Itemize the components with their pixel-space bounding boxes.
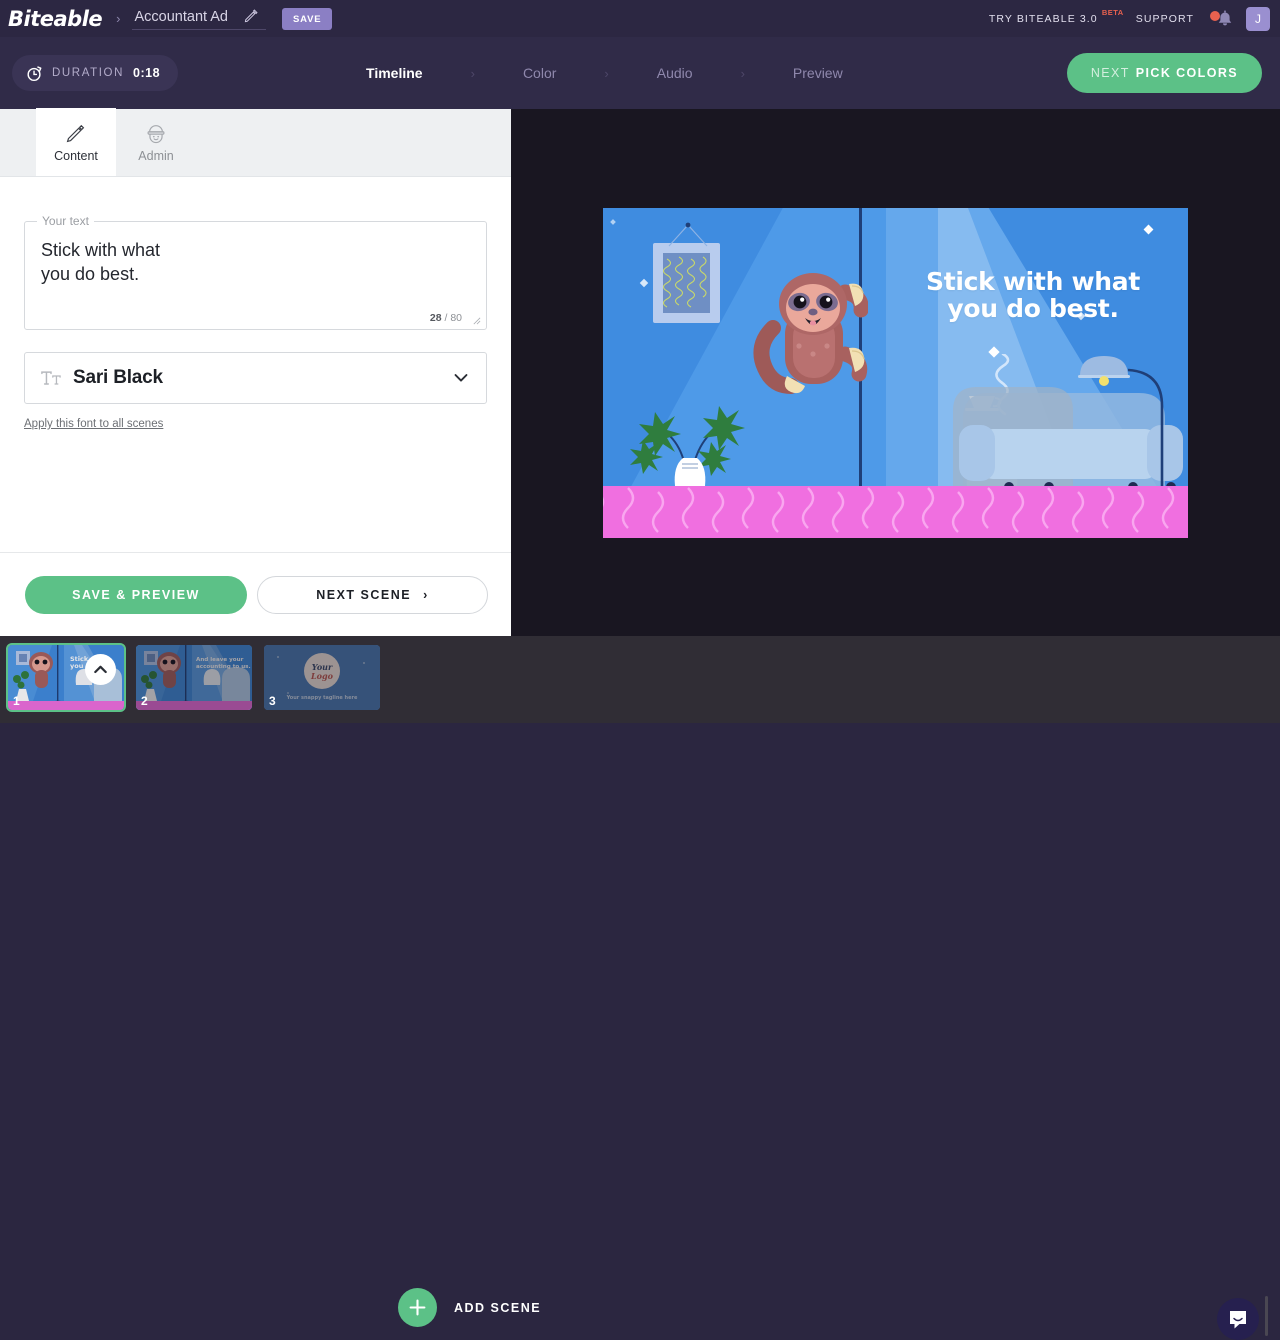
apply-font-all-scenes-link[interactable]: Apply this font to all scenes: [24, 418, 163, 430]
editor-panel: Content Admin Your text Stick with what …: [0, 108, 511, 636]
notification-dot: [1210, 10, 1220, 21]
collapse-strip-button[interactable]: [85, 654, 116, 685]
chevron-up-icon: [94, 665, 107, 674]
tab-content[interactable]: Content: [36, 108, 116, 176]
duration-label: DURATION: [52, 67, 125, 79]
try-biteable-label: TRY BITEABLE 3.0: [988, 12, 1098, 25]
panel-body: Your text Stick with what you do best. 2…: [0, 214, 511, 432]
next-pick-colors-button[interactable]: NEXT PICK COLORS: [1066, 53, 1262, 93]
scene-thumbnail-2[interactable]: And leave your accounting to us. 2: [136, 645, 252, 710]
pencil-icon: [66, 124, 85, 142]
text-field-container[interactable]: Your text Stick with what you do best. 2…: [24, 214, 487, 330]
text-field-legend: Your text: [37, 214, 94, 228]
scene-2-overlay: [136, 645, 252, 710]
chat-bubble-icon: [1230, 1311, 1246, 1329]
step-arrow-3: ›: [740, 65, 745, 81]
sloth-character-icon: [753, 273, 868, 394]
avatar[interactable]: J: [1246, 6, 1270, 31]
wall-picture-art: [663, 253, 710, 313]
brand-logo[interactable]: Biteable: [8, 7, 103, 31]
font-select-value: Sari Black: [73, 367, 163, 388]
add-scene-label: ADD SCENE: [454, 1300, 542, 1315]
panel-footer: SAVE & PREVIEW NEXT SCENE ›: [0, 552, 511, 636]
preview-stage: Stick with what you do best.: [511, 109, 1280, 636]
character-count-max: 80: [450, 312, 462, 324]
scene-3-overlay: [264, 645, 380, 710]
beta-badge: BETA: [1101, 7, 1124, 17]
frame-hanger-icon: [668, 222, 708, 247]
next-button-label: PICK COLORS: [1135, 66, 1238, 80]
pencil-icon[interactable]: [244, 9, 258, 23]
step-color[interactable]: Color: [519, 65, 560, 81]
scene-headline: Stick with what you do best.: [925, 267, 1140, 323]
next-button-prefix: NEXT: [1090, 66, 1130, 80]
save-button[interactable]: SAVE: [282, 7, 333, 30]
stopwatch-icon: [27, 65, 42, 81]
next-scene-button[interactable]: NEXT SCENE ›: [257, 575, 488, 614]
top-bar: Biteable › Accountant Ad SAVE TRY BITEAB…: [0, 0, 1280, 37]
panel-tabs: Content Admin: [0, 108, 511, 177]
step-bar: DURATION 0:18 Timeline › Color › Audio ›…: [0, 37, 1280, 109]
tab-content-label: Content: [54, 148, 98, 163]
scene-thumbnail-1[interactable]: Stick with you do b 1: [6, 643, 126, 712]
chevron-down-icon[interactable]: [454, 373, 468, 383]
step-timeline[interactable]: Timeline: [362, 65, 427, 81]
scene-floor: [603, 486, 1188, 538]
support-link[interactable]: SUPPORT: [1136, 13, 1194, 25]
try-biteable-link[interactable]: TRY BITEABLE 3.0 BETA: [988, 8, 1124, 25]
step-preview[interactable]: Preview: [789, 65, 847, 81]
duration-indicator: DURATION 0:18: [12, 55, 179, 91]
character-counter: 28 / 80: [430, 312, 462, 324]
scene-strip-scrollbar[interactable]: [1265, 1296, 1268, 1336]
scene-1-number: 1: [13, 694, 20, 708]
next-scene-label: NEXT SCENE: [316, 587, 412, 602]
police-cap-icon: [147, 124, 165, 143]
potted-plant-icon: [630, 406, 745, 486]
scene-strip: Stick with you do b 1: [0, 636, 1280, 1340]
step-arrow-2: ›: [604, 65, 609, 81]
intercom-chat-button[interactable]: [1217, 1298, 1259, 1340]
project-name-field[interactable]: Accountant Ad: [132, 7, 266, 30]
tab-admin-label: Admin: [138, 148, 174, 163]
scene-thumbnails: Stick with you do b 1: [6, 643, 380, 712]
top-bar-actions: TRY BITEABLE 3.0 BETA SUPPORT J: [988, 6, 1280, 31]
floor-lamp-icon: [1078, 356, 1164, 490]
squiggle-art-icon: [663, 256, 707, 308]
character-count-sep: /: [441, 312, 451, 324]
scene-2-number: 2: [141, 694, 148, 708]
step-audio[interactable]: Audio: [653, 65, 697, 81]
duration-value: 0:18: [133, 66, 161, 80]
floor-pattern-icon: [603, 487, 1175, 533]
scene-thumbnail-3[interactable]: Your Logo Your snappy tagline here 3: [264, 645, 380, 710]
wall-picture-frame: [653, 222, 720, 323]
step-arrow-1: ›: [470, 65, 475, 81]
tab-admin[interactable]: Admin: [116, 108, 196, 176]
save-and-preview-button[interactable]: SAVE & PREVIEW: [25, 575, 247, 614]
breadcrumb-separator: ›: [116, 11, 121, 26]
font-select[interactable]: Sari Black: [24, 352, 487, 404]
plus-icon: [409, 1299, 426, 1316]
add-scene-circle: [398, 1288, 437, 1327]
text-input[interactable]: Stick with what you do best.: [41, 238, 470, 286]
add-scene-button[interactable]: ADD SCENE: [398, 1288, 541, 1327]
character-count-used: 28: [429, 312, 442, 324]
next-scene-arrow: ›: [423, 587, 429, 602]
resize-grip-icon[interactable]: [472, 316, 481, 325]
text-format-icon: [41, 371, 61, 385]
scene-3-number: 3: [269, 694, 276, 708]
notifications-button[interactable]: [1210, 8, 1236, 30]
step-nav: Timeline › Color › Audio › Preview: [362, 65, 847, 81]
video-preview[interactable]: Stick with what you do best.: [603, 208, 1188, 538]
